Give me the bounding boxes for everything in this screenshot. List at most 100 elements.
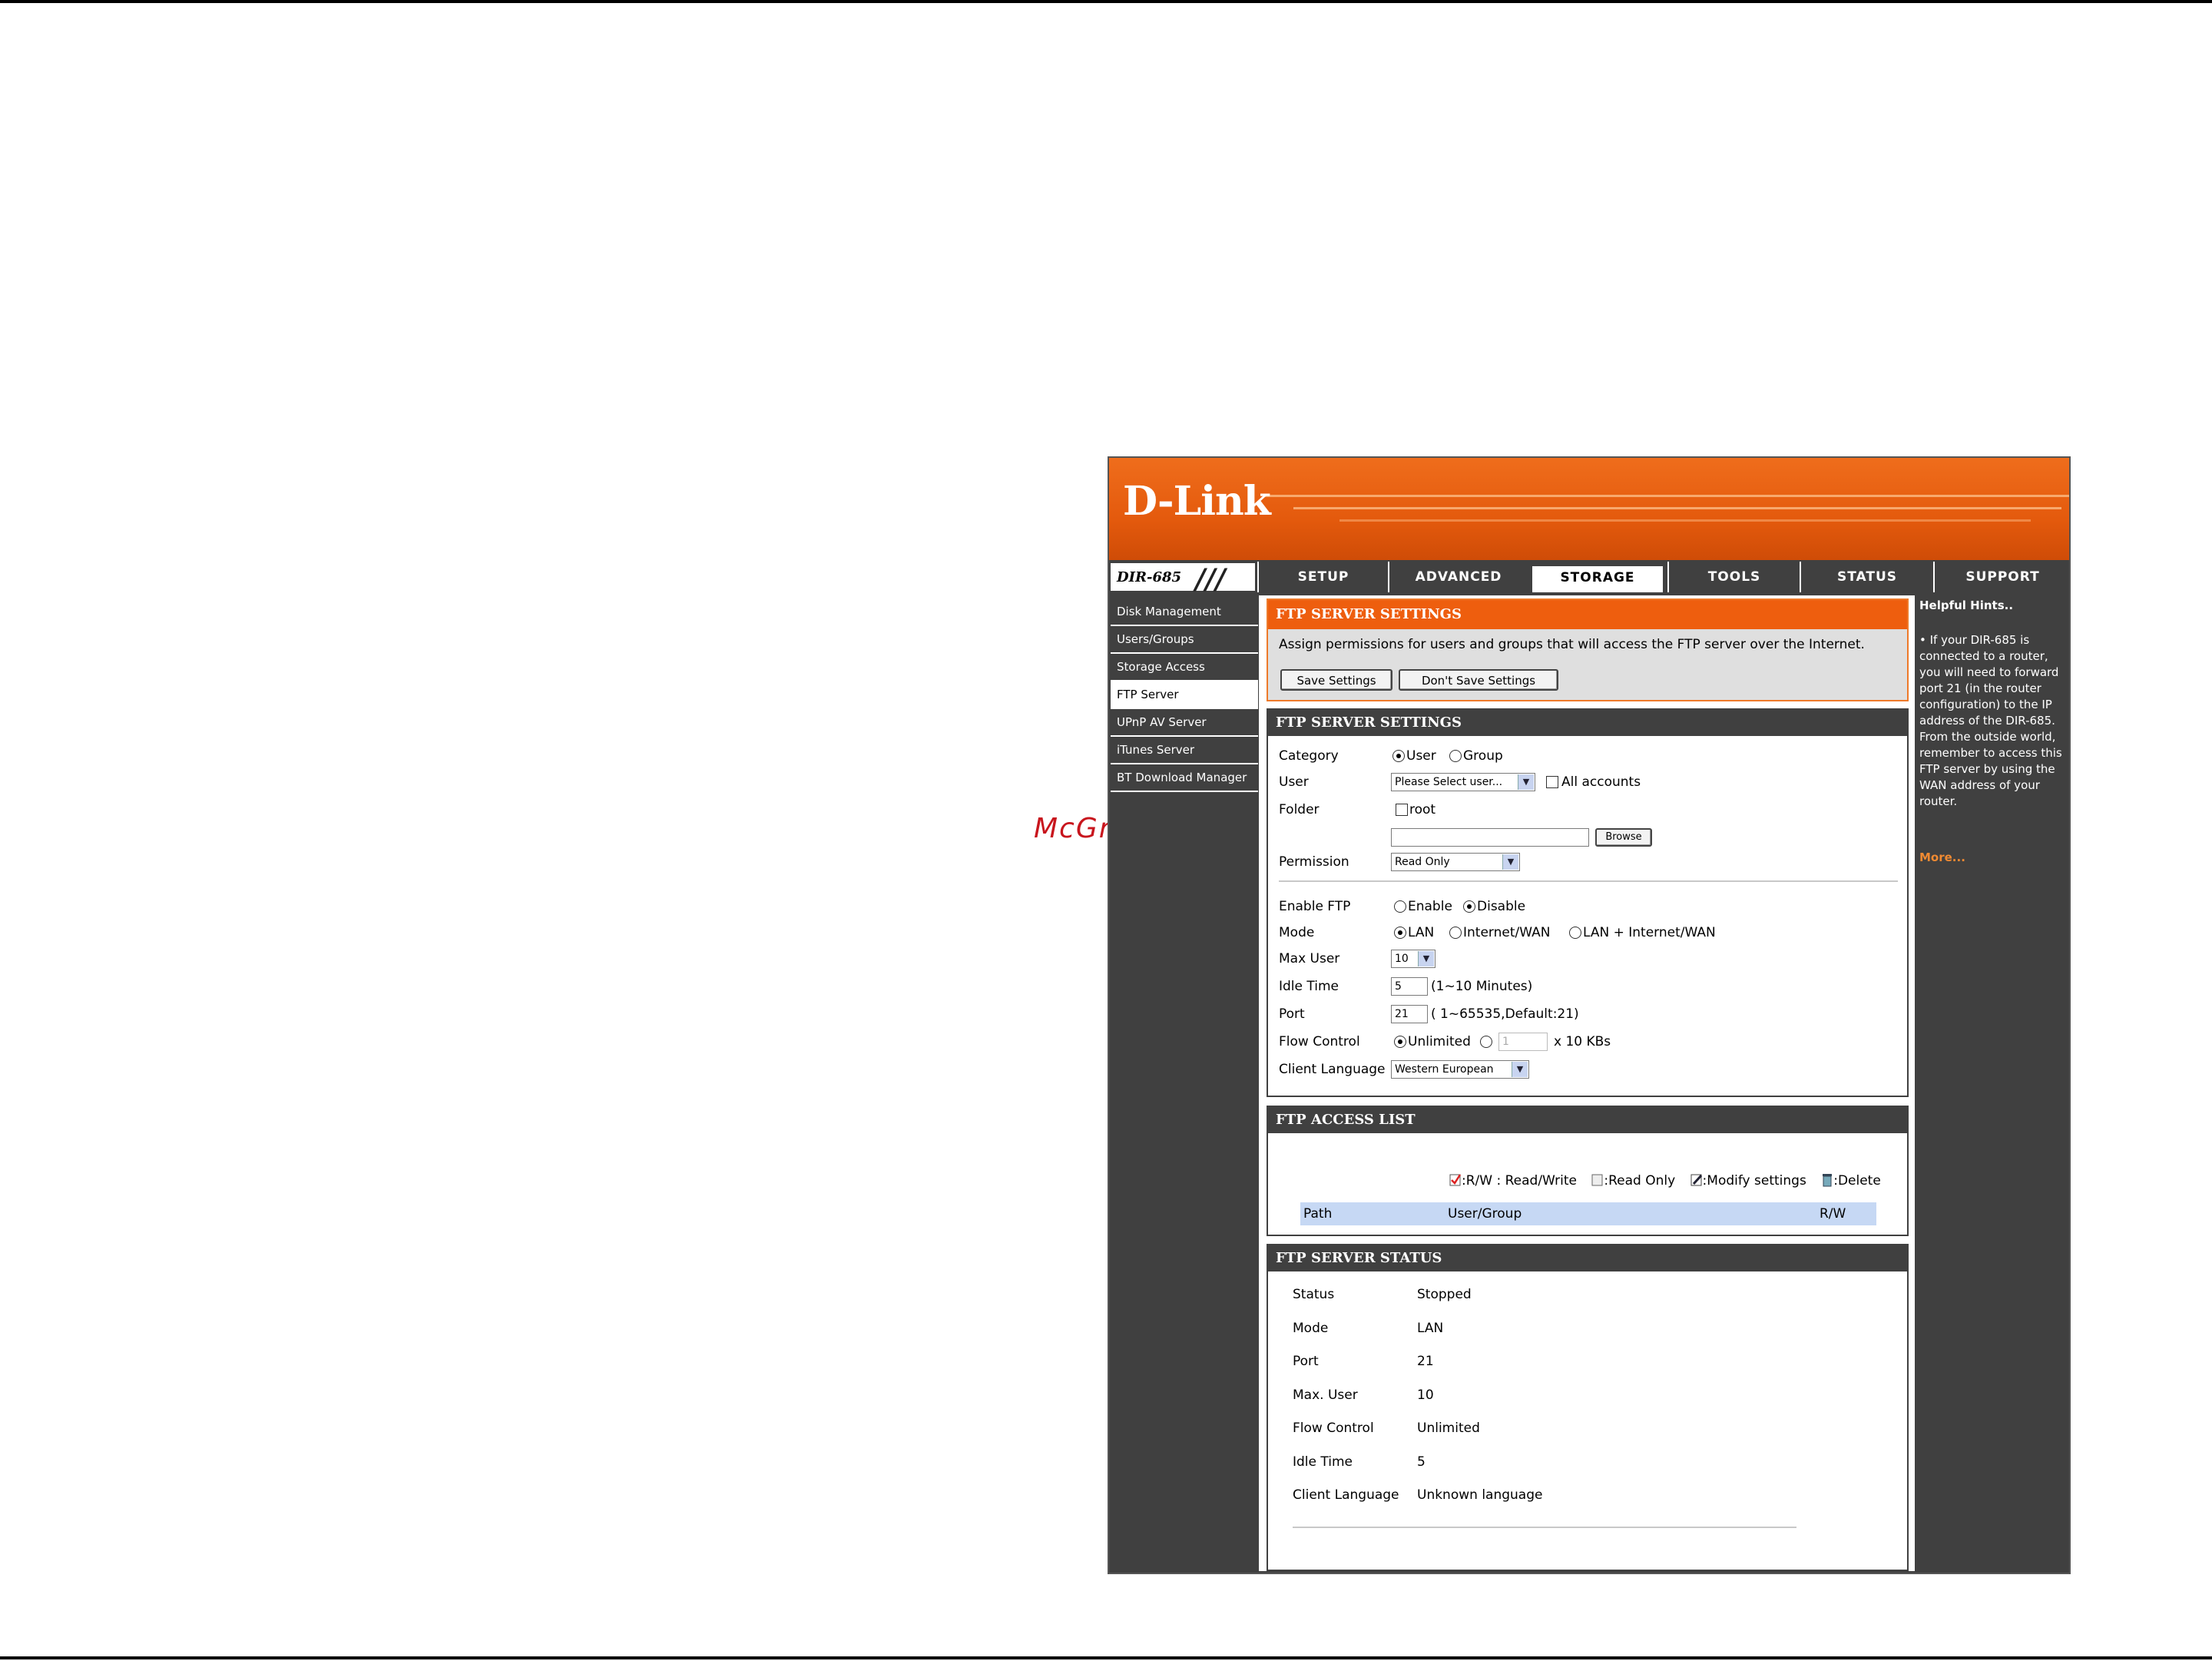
hints-body: • If your DIR-685 is connected to a rout… [1919, 633, 2062, 808]
idle-time-label: Idle Time [1279, 979, 1339, 994]
access-table-header: Path User/Group R/W [1300, 1202, 1876, 1225]
mode-wan-radio[interactable] [1449, 927, 1462, 939]
router-screenshot: D-Link DIR-685 /// SETUP ADVANCED STORAG… [1108, 456, 2071, 1574]
column-rw: R/W [1820, 1206, 1846, 1222]
client-language-value: Western European [1395, 1063, 1494, 1076]
ftp-settings-title: FTP SERVER SETTINGS [1268, 710, 1907, 736]
status-value: Stopped [1417, 1287, 1472, 1302]
permission-legend: :R/W : Read/Write :Read Only :Modify set… [1449, 1173, 1881, 1189]
user-select[interactable]: Please Select user... ▼ [1391, 773, 1535, 791]
client-language-status-value: Unknown language [1417, 1487, 1543, 1503]
enable-ftp-label: Enable FTP [1279, 899, 1351, 914]
disable-ftp-radio[interactable] [1463, 900, 1475, 913]
flow-unit-label: x 10 KBs [1554, 1034, 1611, 1049]
legend-modify-settings: :Modify settings [1702, 1173, 1806, 1189]
user-label: User [1279, 774, 1309, 790]
chevron-down-icon: ▼ [1518, 774, 1534, 790]
chevron-down-icon: ▼ [1502, 854, 1518, 870]
top-rule [0, 0, 2212, 3]
mode-lan-wan-radio[interactable] [1569, 927, 1581, 939]
model-label: DIR-685 [1117, 569, 1182, 585]
nav-users-groups[interactable]: Users/Groups [1111, 626, 1258, 654]
nav-bt-download-manager[interactable]: BT Download Manager [1111, 764, 1258, 792]
divider [1279, 880, 1898, 882]
ftp-server-status-title: FTP SERVER STATUS [1268, 1245, 1907, 1271]
browse-button[interactable]: Browse [1595, 828, 1652, 847]
read-write-icon [1449, 1173, 1462, 1187]
max-user-select[interactable]: 10 ▼ [1391, 950, 1435, 968]
permission-select[interactable]: Read Only ▼ [1391, 853, 1520, 871]
disable-ftp-option-label: Disable [1477, 899, 1526, 914]
status-label: Status [1293, 1287, 1335, 1302]
column-path: Path [1303, 1206, 1333, 1222]
left-navigation: Disk Management Users/Groups Storage Acc… [1111, 598, 1258, 792]
dont-save-settings-button[interactable]: Don't Save Settings [1399, 669, 1558, 691]
intro-description: Assign permissions for users and groups … [1279, 637, 1865, 652]
delete-icon [1821, 1173, 1833, 1187]
tab-storage[interactable]: STORAGE [1528, 562, 1667, 592]
mode-status-label: Mode [1293, 1321, 1329, 1336]
tab-setup[interactable]: SETUP [1257, 562, 1388, 592]
category-label: Category [1279, 748, 1339, 764]
category-user-label: User [1406, 748, 1436, 764]
mode-lan-radio[interactable] [1394, 927, 1406, 939]
enable-ftp-radio[interactable] [1394, 900, 1406, 913]
idle-time-status-value: 5 [1417, 1454, 1426, 1470]
save-settings-button[interactable]: Save Settings [1280, 669, 1392, 691]
dlink-logo: D-Link [1123, 478, 1271, 525]
max-user-status-value: 10 [1417, 1387, 1434, 1403]
all-accounts-label: All accounts [1561, 774, 1641, 790]
tab-status[interactable]: STATUS [1800, 562, 1933, 592]
header-banner: D-Link [1109, 458, 2069, 560]
read-only-icon [1591, 1173, 1604, 1187]
nav-storage-access[interactable]: Storage Access [1111, 654, 1258, 681]
flow-unlimited-label: Unlimited [1408, 1034, 1471, 1049]
flow-unlimited-radio[interactable] [1394, 1036, 1406, 1048]
port-status-label: Port [1293, 1354, 1319, 1369]
ftp-access-list-title: FTP ACCESS LIST [1268, 1107, 1907, 1133]
hints-title: Helpful Hints.. [1919, 598, 2014, 612]
legend-read-only: :Read Only [1604, 1173, 1676, 1189]
hints-more-link[interactable]: More... [1919, 850, 1965, 864]
tab-support[interactable]: SUPPORT [1933, 562, 2069, 592]
bottom-rule [0, 1656, 2212, 1659]
nav-disk-management[interactable]: Disk Management [1111, 598, 1258, 626]
folder-path-input[interactable] [1391, 828, 1589, 847]
all-accounts-checkbox[interactable] [1546, 776, 1558, 788]
category-group-radio[interactable] [1449, 750, 1462, 762]
chevron-down-icon: ▼ [1418, 951, 1434, 966]
mode-label: Mode [1279, 925, 1315, 940]
model-badge: DIR-685 /// [1111, 563, 1255, 595]
user-select-value: Please Select user... [1395, 776, 1503, 788]
mode-status-value: LAN [1417, 1321, 1444, 1336]
main-content: FTP SERVER SETTINGS Assign permissions f… [1259, 595, 1915, 1571]
tab-tools[interactable]: TOOLS [1667, 562, 1800, 592]
slash-decoration: /// [1195, 563, 1226, 595]
intro-title: FTP SERVER SETTINGS [1268, 600, 1907, 629]
category-user-radio[interactable] [1392, 750, 1405, 762]
intro-panel: FTP SERVER SETTINGS Assign permissions f… [1267, 598, 1909, 701]
permission-select-value: Read Only [1395, 856, 1450, 868]
nav-itunes-server[interactable]: iTunes Server [1111, 737, 1258, 764]
status-divider [1293, 1527, 1796, 1528]
flow-control-status-value: Unlimited [1417, 1421, 1480, 1436]
port-hint: ( 1~65535,Default:21) [1431, 1006, 1579, 1022]
max-user-value: 10 [1395, 953, 1409, 965]
flow-limit-input[interactable]: 1 [1498, 1033, 1548, 1051]
flow-control-label: Flow Control [1279, 1034, 1360, 1049]
client-language-select[interactable]: Western European ▼ [1391, 1060, 1529, 1079]
flow-limit-radio[interactable] [1480, 1036, 1492, 1048]
top-navigation: DIR-685 /// SETUP ADVANCED STORAGE TOOLS… [1109, 562, 2069, 595]
category-group-label: Group [1463, 748, 1503, 764]
ftp-settings-panel: FTP SERVER SETTINGS Category User Group … [1267, 708, 1909, 1097]
nav-ftp-server[interactable]: FTP Server [1111, 681, 1258, 709]
idle-time-input[interactable]: 5 [1391, 977, 1428, 996]
modify-settings-icon [1690, 1173, 1703, 1187]
helpful-hints-sidebar: Helpful Hints.. • If your DIR-685 is con… [1916, 595, 2069, 1571]
port-input[interactable]: 21 [1391, 1005, 1428, 1023]
nav-upnp-av-server[interactable]: UPnP AV Server [1111, 709, 1258, 737]
mode-lan-label: LAN [1408, 925, 1435, 940]
tab-advanced[interactable]: ADVANCED [1388, 562, 1528, 592]
root-checkbox[interactable] [1396, 804, 1408, 816]
legend-read-write: :R/W : Read/Write [1462, 1173, 1577, 1189]
